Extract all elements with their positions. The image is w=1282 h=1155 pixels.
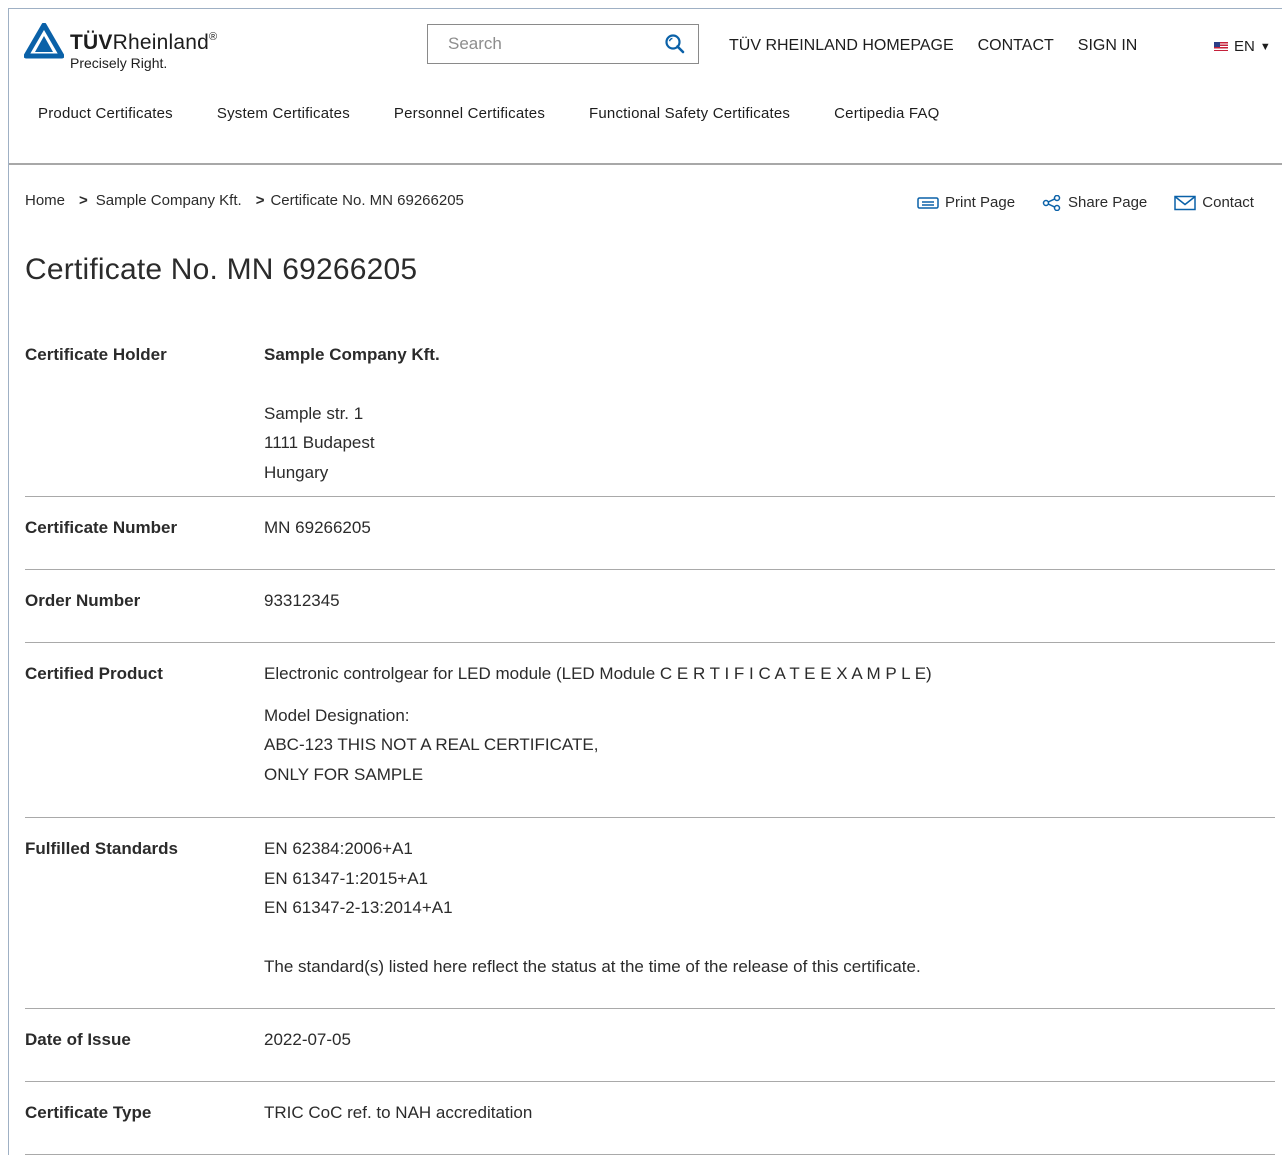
search-icon[interactable] bbox=[664, 33, 686, 55]
site-header: TÜVRheinland® Precisely Right. TÜV RHEIN… bbox=[9, 9, 1282, 165]
holder-address-line: Sample str. 1 bbox=[264, 403, 364, 423]
detail-row-holder: Certificate Holder Sample Company Kft. S… bbox=[25, 324, 1275, 497]
chevron-right-icon: > bbox=[255, 192, 265, 209]
caret-down-icon: ▼ bbox=[1259, 40, 1271, 53]
detail-row-certificate-number: Certificate Number MN 69266205 bbox=[25, 497, 1275, 570]
date-of-issue-value: 2022-07-05 bbox=[264, 1030, 351, 1049]
nav-system-certificates[interactable]: System Certificates bbox=[217, 105, 350, 122]
nav-functional-safety-certificates[interactable]: Functional Safety Certificates bbox=[589, 105, 790, 122]
page-frame: TÜVRheinland® Precisely Right. TÜV RHEIN… bbox=[8, 8, 1282, 1155]
tuv-logo[interactable]: TÜVRheinland® Precisely Right. bbox=[24, 23, 217, 71]
search-input[interactable] bbox=[428, 34, 648, 54]
language-code: EN bbox=[1234, 38, 1255, 55]
holder-address-line: Hungary bbox=[264, 462, 329, 482]
certificate-number-value: MN 69266205 bbox=[264, 518, 371, 537]
share-page-label: Share Page bbox=[1068, 194, 1148, 211]
model-designation-line: ABC-123 THIS NOT A REAL CERTIFICATE, bbox=[264, 735, 599, 754]
top-links: TÜV RHEINLAND HOMEPAGE CONTACT SIGN IN bbox=[729, 37, 1161, 55]
certificate-type-value: TRIC CoC ref. to NAH accreditation bbox=[264, 1103, 533, 1122]
order-number-label: Order Number bbox=[25, 591, 141, 610]
detail-row-certificate-type: Certificate Type TRIC CoC ref. to NAH ac… bbox=[25, 1082, 1275, 1155]
share-page-button[interactable]: Share Page bbox=[1042, 194, 1147, 211]
breadcrumb-home[interactable]: Home bbox=[25, 192, 65, 209]
logo-tagline: Precisely Right. bbox=[70, 55, 168, 71]
sign-in-link[interactable]: SIGN IN bbox=[1078, 37, 1138, 55]
fulfilled-standards-label: Fulfilled Standards bbox=[25, 839, 179, 858]
tuv-homepage-link[interactable]: TÜV RHEINLAND HOMEPAGE bbox=[729, 37, 954, 55]
date-of-issue-label: Date of Issue bbox=[25, 1030, 131, 1049]
search-box bbox=[427, 24, 699, 64]
breadcrumb: Home > Sample Company Kft. > Certificate… bbox=[25, 192, 464, 209]
product-description: Electronic controlgear for LED module (L… bbox=[264, 664, 932, 683]
certificate-number-label: Certificate Number bbox=[25, 518, 178, 537]
nav-certipedia-faq[interactable]: Certipedia FAQ bbox=[834, 105, 939, 122]
detail-row-fulfilled-standards: Fulfilled Standards EN 62384:2006+A1 EN … bbox=[25, 818, 1275, 1009]
model-designation-heading: Model Designation: bbox=[264, 705, 410, 725]
language-selector[interactable]: EN ▼ bbox=[1214, 38, 1271, 55]
breadcrumb-company[interactable]: Sample Company Kft. bbox=[96, 192, 242, 209]
nav-personnel-certificates[interactable]: Personnel Certificates bbox=[394, 105, 545, 122]
standards-note: The standard(s) listed here reflect the … bbox=[264, 956, 921, 976]
chevron-right-icon: > bbox=[79, 192, 88, 209]
page-title: Certificate No. MN 69266205 bbox=[25, 253, 418, 286]
certified-product-label: Certified Product bbox=[25, 664, 163, 683]
model-designation-line: ONLY FOR SAMPLE bbox=[264, 764, 424, 784]
order-number-value: 93312345 bbox=[264, 591, 340, 610]
holder-address-line: 1111 Budapest bbox=[264, 433, 375, 452]
standard-item: EN 61347-1:2015+A1 bbox=[264, 868, 428, 888]
detail-row-order-number: Order Number 93312345 bbox=[25, 570, 1275, 643]
detail-row-date-of-issue: Date of Issue 2022-07-05 bbox=[25, 1009, 1275, 1082]
holder-label: Certificate Holder bbox=[25, 345, 167, 364]
fulfilled-standards-value: EN 62384:2006+A1 EN 61347-1:2015+A1 EN 6… bbox=[264, 834, 921, 986]
registered-mark: ® bbox=[208, 31, 218, 43]
us-flag-icon bbox=[1214, 42, 1228, 51]
tuv-triangle-icon bbox=[24, 23, 64, 59]
print-page-label: Print Page bbox=[945, 194, 1016, 211]
holder-value: Sample Company Kft. Sample str. 1 1111 B… bbox=[264, 340, 440, 482]
detail-row-certified-product: Certified Product Electronic controlgear… bbox=[25, 643, 1275, 818]
holder-name: Sample Company Kft. bbox=[264, 345, 440, 364]
logo-brand-bold: TÜV bbox=[70, 31, 113, 54]
page-actions: Print Page Share Page Contact bbox=[917, 194, 1254, 211]
share-icon bbox=[1042, 194, 1061, 211]
contact-button[interactable]: Contact bbox=[1174, 194, 1254, 211]
certificate-details: Certificate Holder Sample Company Kft. S… bbox=[25, 324, 1275, 1155]
envelope-icon bbox=[1174, 195, 1197, 210]
breadcrumb-current: Certificate No. MN 69266205 bbox=[270, 192, 464, 209]
contact-link[interactable]: CONTACT bbox=[978, 37, 1054, 55]
main-nav: Product Certificates System Certificates… bbox=[38, 105, 983, 122]
logo-text: TÜVRheinland® Precisely Right. bbox=[70, 26, 217, 71]
nav-product-certificates[interactable]: Product Certificates bbox=[38, 105, 173, 122]
contact-label: Contact bbox=[1202, 194, 1254, 211]
print-page-button[interactable]: Print Page bbox=[917, 194, 1015, 211]
printer-icon bbox=[917, 196, 939, 209]
logo-brand: TÜVRheinland® bbox=[70, 26, 217, 54]
certificate-type-label: Certificate Type bbox=[25, 1103, 152, 1122]
logo-brand-regular: Rheinland bbox=[112, 31, 209, 54]
certified-product-value: Electronic controlgear for LED module (L… bbox=[264, 659, 932, 795]
standard-item: EN 61347-2-13:2014+A1 bbox=[264, 898, 453, 917]
standard-item: EN 62384:2006+A1 bbox=[264, 839, 413, 858]
